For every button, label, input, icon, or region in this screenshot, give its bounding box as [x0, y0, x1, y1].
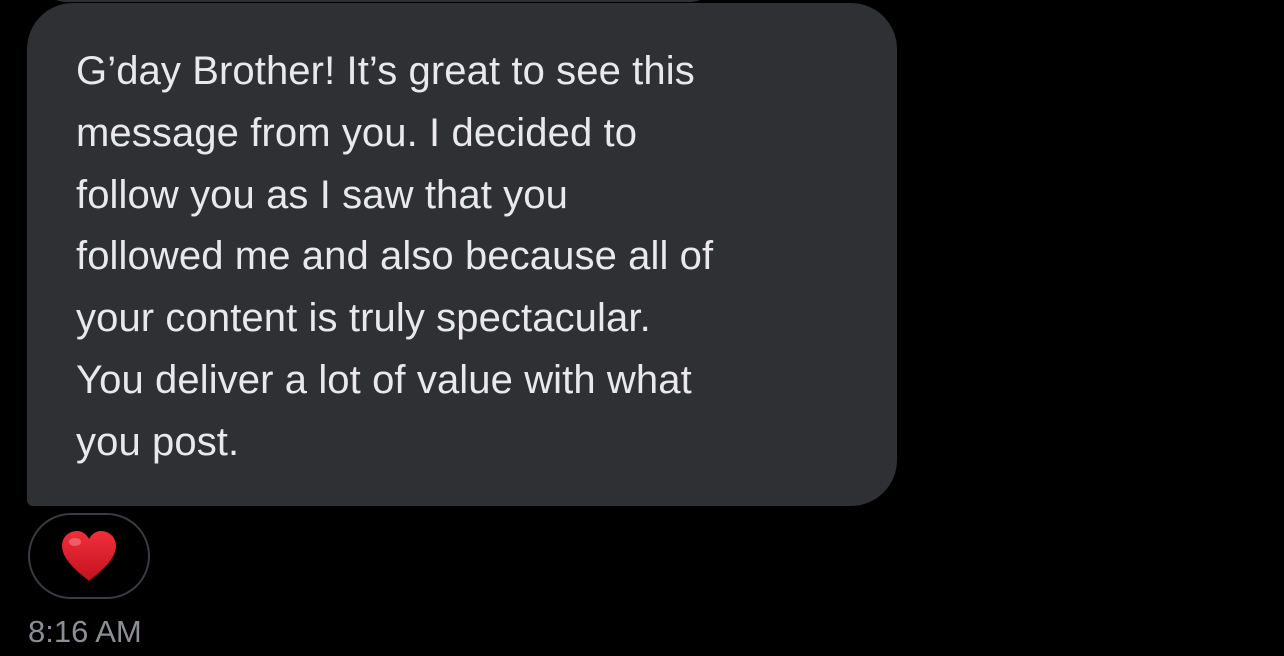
dm-conversation-view: G’day Brother! It’s great to see this me… — [0, 0, 1284, 656]
message-text: G’day Brother! It’s great to see this me… — [76, 49, 714, 464]
reaction-button[interactable] — [28, 513, 150, 599]
message-timestamp: 8:16 AM — [28, 614, 142, 649]
heart-icon — [62, 531, 116, 581]
previous-message-bubble[interactable] — [28, 0, 728, 2]
received-message-bubble[interactable]: G’day Brother! It’s great to see this me… — [27, 3, 897, 506]
